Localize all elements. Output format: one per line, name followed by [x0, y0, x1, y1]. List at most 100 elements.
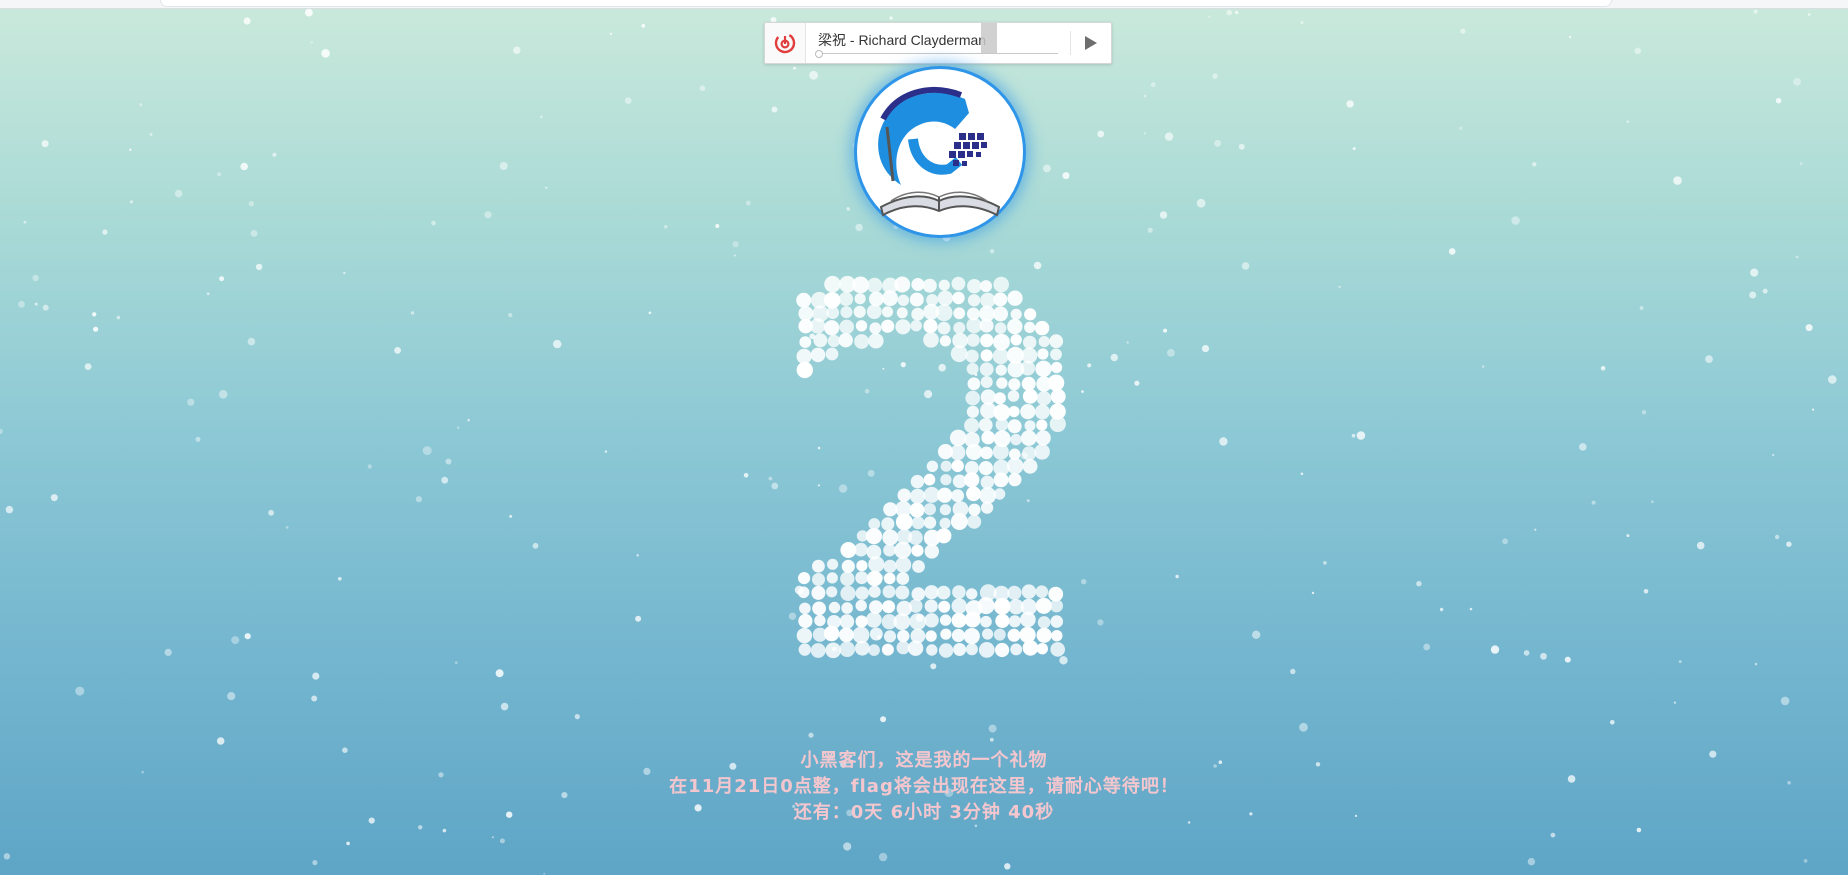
snow-dot — [467, 418, 470, 422]
digit-dot — [824, 275, 841, 293]
digit-dot — [979, 487, 997, 504]
digit-dot — [1036, 419, 1048, 431]
digit-dot — [855, 571, 869, 585]
digit-dot — [939, 335, 951, 347]
digit-dot — [993, 488, 1006, 500]
snow-dot — [1550, 832, 1556, 838]
snow-dot — [1780, 696, 1790, 706]
snow-dot — [1534, 528, 1537, 531]
digit-dot — [1008, 378, 1021, 391]
digit-dot — [994, 322, 1007, 334]
snow-dot — [92, 312, 97, 317]
progress-bar[interactable] — [818, 53, 1058, 54]
snow-dot — [343, 271, 346, 275]
snow-dot — [218, 390, 228, 399]
snow-dot — [1673, 176, 1682, 185]
digit-dot — [909, 502, 925, 518]
digit-dot — [796, 292, 812, 308]
digit-dot — [993, 333, 1010, 351]
digit-dot — [796, 361, 813, 379]
music-player: 梁祝 - Richard Clayderman — [764, 22, 1112, 64]
digit-dot — [1047, 374, 1065, 392]
digit-dot — [1010, 433, 1022, 446]
digit-dot — [896, 572, 910, 585]
digit-dot — [923, 503, 936, 516]
digit-dot — [1035, 597, 1052, 614]
digit-dot — [1036, 643, 1048, 655]
digit-dot — [1007, 290, 1023, 306]
snow-dot — [1643, 589, 1649, 594]
digit-dot — [967, 377, 981, 391]
digit-dot — [993, 276, 1009, 293]
snow-dot — [250, 230, 258, 237]
snow-dot — [311, 695, 318, 702]
snow-dot — [1626, 534, 1630, 538]
digit-dot — [893, 613, 911, 631]
digit-dot — [936, 585, 951, 600]
digit-dot — [937, 487, 953, 503]
snow-dot — [50, 494, 58, 502]
snow-dot — [243, 17, 251, 25]
snow-dot — [367, 464, 372, 469]
snow-dot — [1527, 857, 1536, 866]
digit-dot — [908, 599, 923, 613]
snow-dot — [1511, 216, 1520, 225]
snow-dot — [793, 66, 796, 70]
digit-dot — [840, 571, 855, 586]
snow-dot — [1290, 668, 1296, 675]
digit-dot — [995, 613, 1010, 628]
digit-dot — [1007, 419, 1022, 434]
digit-dot — [1051, 361, 1063, 374]
digit-dot — [841, 602, 853, 614]
snow-dot — [139, 103, 143, 107]
digit-dot — [823, 625, 840, 642]
digit-dot — [924, 599, 938, 613]
snow-dot — [410, 311, 415, 315]
digit-dot — [980, 376, 993, 388]
digit-dot — [939, 504, 951, 516]
snow-dot — [1238, 143, 1245, 150]
digit-dot — [965, 390, 980, 406]
digit-dot — [823, 292, 841, 309]
digit-dot — [1020, 611, 1036, 628]
snow-dot — [1678, 660, 1682, 664]
digit-dot — [810, 643, 826, 658]
digit-dot — [981, 430, 995, 445]
digit-dot — [980, 280, 992, 293]
snow-dot — [604, 450, 608, 453]
snow-dot — [1196, 198, 1206, 208]
digit-dot — [895, 513, 913, 531]
digit-dot — [881, 306, 894, 318]
snow-dot — [1673, 701, 1677, 704]
digit-dot — [937, 321, 951, 335]
digit-dot — [1024, 321, 1036, 333]
countdown-text: 还有：0天 6小时 3分钟 40秒 — [793, 802, 1055, 823]
digit-dot — [951, 489, 964, 503]
snow-dot — [1352, 147, 1356, 151]
digit-dot — [953, 321, 966, 334]
digit-dot — [852, 276, 869, 294]
netease-music-icon[interactable] — [765, 23, 806, 63]
digit-dot — [1049, 415, 1066, 433]
snow-dot — [1126, 341, 1129, 344]
snow-dot — [1150, 82, 1156, 88]
digit-dot — [992, 348, 1009, 365]
play-icon[interactable] — [1077, 30, 1103, 56]
progress-handle[interactable] — [815, 50, 823, 58]
digit-dot — [798, 643, 811, 656]
digit-dot — [854, 293, 866, 305]
snow-dot — [1828, 375, 1837, 384]
digit-dot — [964, 472, 980, 488]
digit-dot — [993, 292, 1008, 307]
snow-dot — [75, 686, 85, 696]
snow-dot — [484, 211, 492, 219]
digit-dot — [963, 628, 980, 645]
snow-dot — [41, 140, 49, 148]
snow-dot — [1110, 353, 1119, 362]
snow-dot — [1226, 9, 1232, 16]
digit-dot — [911, 544, 924, 557]
snow-dot — [664, 225, 668, 229]
snow-dot — [843, 842, 852, 851]
snow-dot — [846, 207, 850, 211]
digit-dot — [883, 630, 897, 643]
